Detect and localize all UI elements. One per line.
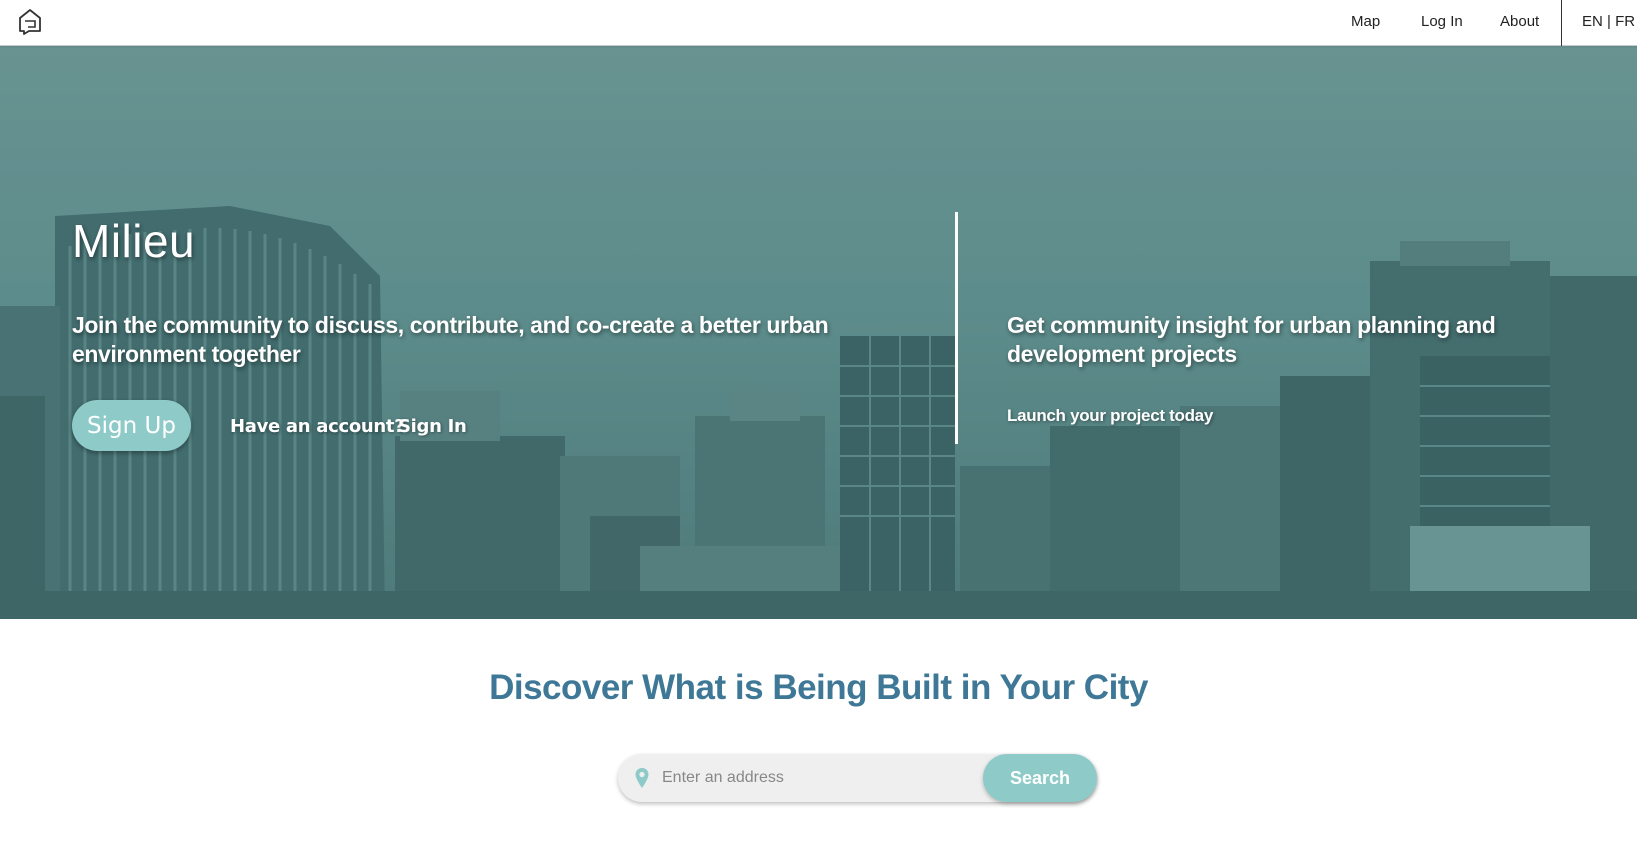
search-button[interactable]: Search xyxy=(983,754,1097,802)
map-pin-icon xyxy=(635,768,649,788)
launch-project-link[interactable]: Launch your project today xyxy=(1007,406,1213,426)
hero-divider xyxy=(955,212,958,444)
top-nav: Map Log In About EN | FR xyxy=(0,0,1637,46)
address-search-bar: Search xyxy=(618,754,1097,802)
discover-title: Discover What is Being Built in Your Cit… xyxy=(489,668,1148,707)
have-account-label: Have an account? xyxy=(230,416,405,437)
address-input[interactable] xyxy=(662,754,992,802)
hero-insight-text: Get community insight for urban planning… xyxy=(1007,312,1496,367)
nav-about-link[interactable]: About xyxy=(1500,13,1539,30)
nav-login-link[interactable]: Log In xyxy=(1421,13,1463,30)
hero-title: Milieu xyxy=(72,215,196,267)
sign-in-link[interactable]: Sign In xyxy=(398,416,467,437)
hero-banner: Milieu Join the community to discuss, co… xyxy=(0,46,1637,619)
nav-divider xyxy=(1561,0,1562,46)
house-chat-icon[interactable] xyxy=(17,7,43,35)
nav-map-link[interactable]: Map xyxy=(1351,13,1380,30)
hero-community-text: Join the community to discuss, contribut… xyxy=(72,312,829,367)
language-switcher[interactable]: EN | FR xyxy=(1582,13,1635,30)
sign-up-button[interactable]: Sign Up xyxy=(72,400,191,451)
